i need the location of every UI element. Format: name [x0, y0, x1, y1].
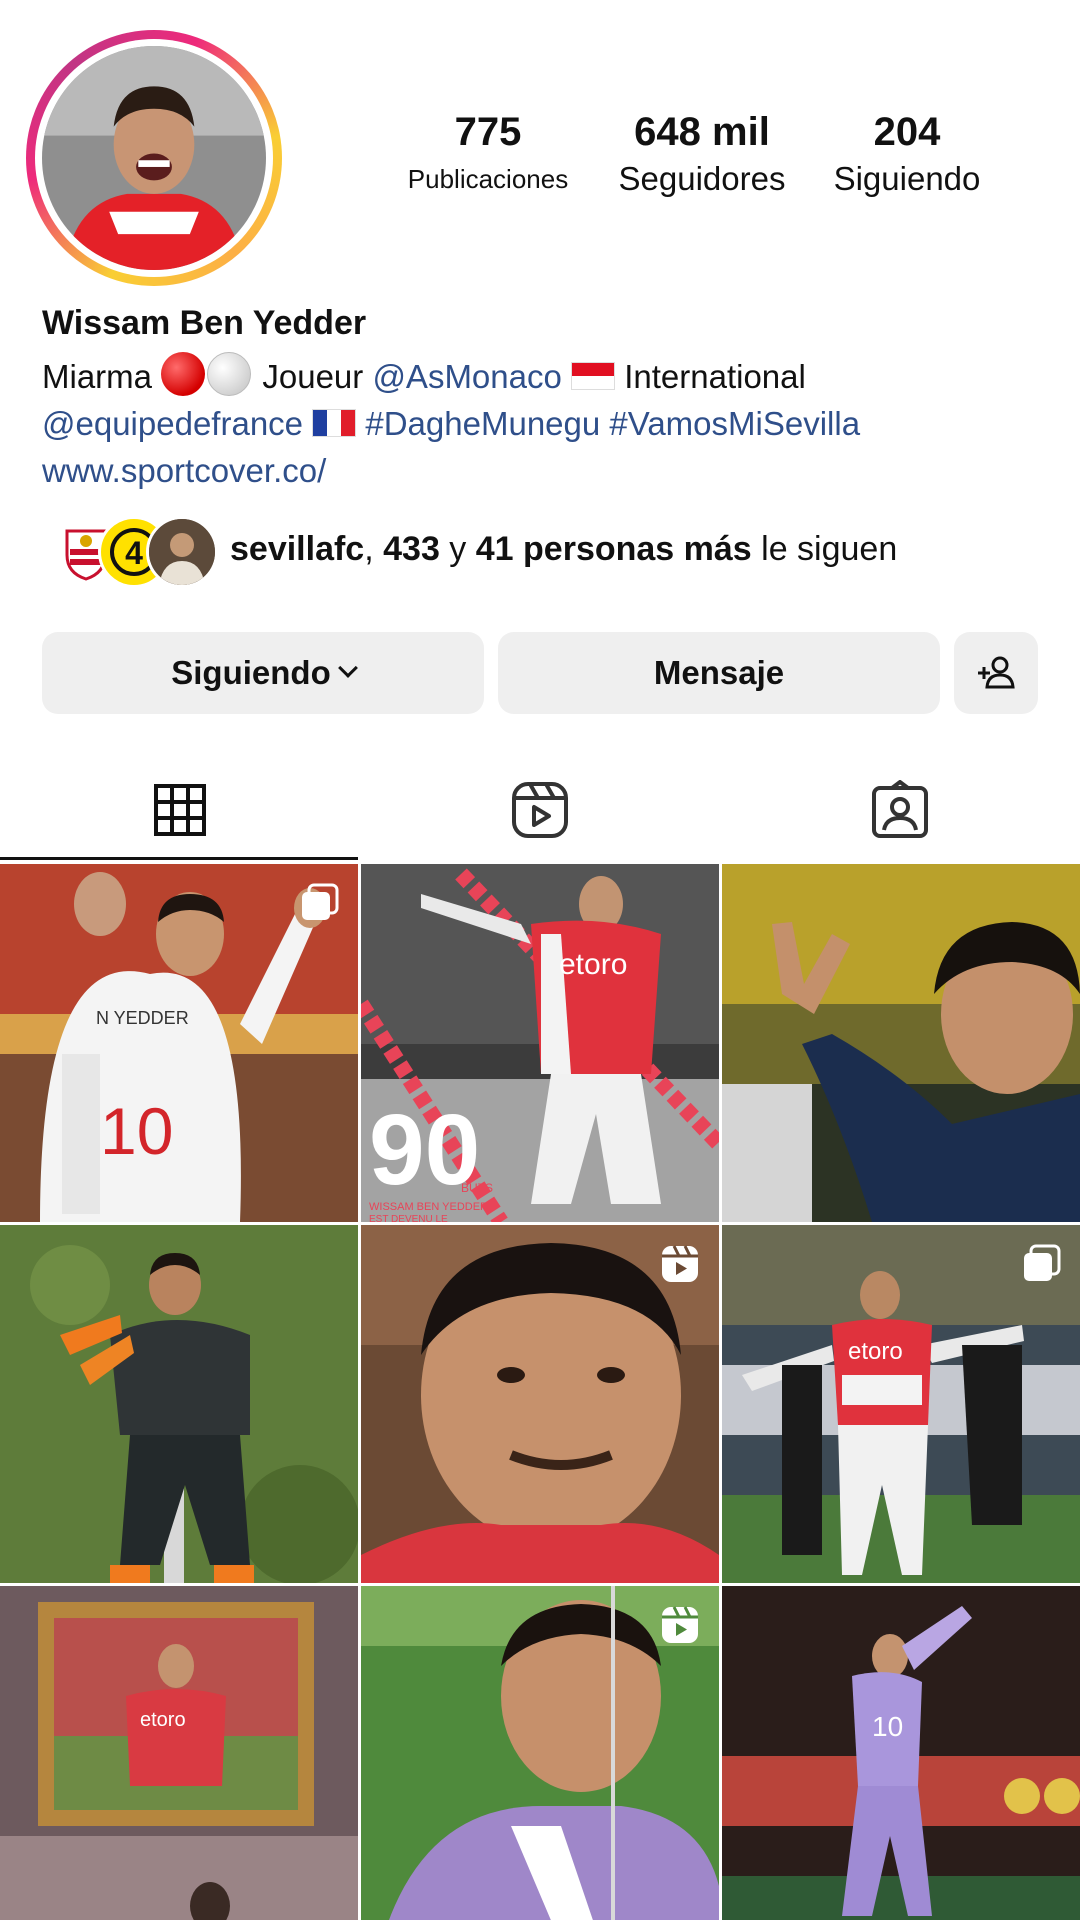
profile-bio: Miarma Joueur @AsMonaco International @e… [42, 352, 1042, 494]
followers-count: 648 mil [634, 110, 770, 154]
followed-by-others[interactable]: 41 personas más [476, 530, 752, 568]
post-footer: WISSAM BEN YEDDER [369, 1201, 488, 1213]
active-tab-indicator [0, 857, 358, 860]
followed-by-suffix: le siguen [751, 530, 898, 568]
grid-icon [154, 784, 206, 836]
post-thumbnail-5[interactable] [361, 1225, 719, 1583]
hashtag-daghemunegu-link[interactable]: #DagheMunegu [365, 405, 600, 442]
carousel-icon [302, 883, 339, 920]
followed-by-text: sevillafc, 433 y 41 personas más le sigu… [230, 530, 897, 569]
shirt-sponsor: etoro [848, 1338, 903, 1365]
shirt-name: N YEDDER [96, 1008, 189, 1028]
stat-followers[interactable]: 648 mil Seguidores [602, 108, 802, 202]
post-thumbnail-4[interactable] [0, 1225, 358, 1583]
bio-text-joueur: Joueur [262, 358, 364, 395]
message-button[interactable]: Mensaje [498, 632, 940, 714]
post-thumbnail-3[interactable] [722, 864, 1080, 1222]
follower-avatar-other [146, 516, 218, 588]
shirt-sponsor: etoro [559, 948, 627, 981]
followers-label: Seguidores [618, 160, 786, 197]
post-image [722, 864, 1080, 1222]
followed-by-sep2: y [439, 530, 476, 568]
website-link[interactable]: www.sportcover.co/ [42, 452, 326, 489]
profile-tabs [0, 760, 1080, 860]
bio-text-international: International [624, 358, 806, 395]
reel-indicator-icon [662, 1245, 698, 1282]
tagged-icon [872, 780, 928, 838]
hashtag-vamosmisevilla-link[interactable]: #VamosMiSevilla [609, 405, 860, 442]
mention-asmonaco-link[interactable]: @AsMonaco [372, 358, 561, 395]
post-image [0, 1225, 358, 1583]
avatar [42, 46, 266, 270]
post-image: etoro [0, 1586, 358, 1920]
bio-text-miarma: Miarma [42, 358, 153, 395]
jersey-number: 10 [872, 1711, 903, 1742]
stat-following[interactable]: 204 Siguiendo [812, 108, 1002, 202]
profile-avatar-story-ring[interactable] [26, 30, 282, 286]
red-circle-emoji-icon [161, 352, 206, 396]
reel-indicator-icon [662, 1606, 698, 1643]
shirt-sponsor: etoro [140, 1709, 186, 1731]
profile-name: Wissam Ben Yedder [42, 304, 367, 342]
avatar-frame [35, 39, 273, 277]
chevron-down-icon [337, 658, 358, 678]
post-thumbnail-1[interactable]: 10 N YEDDER [0, 864, 358, 1222]
bio-line-2: @equipedefrance #DagheMunegu #VamosMiSev… [42, 400, 1042, 447]
following-count: 204 [873, 110, 941, 154]
bio-line-1: Miarma Joueur @AsMonaco International [42, 352, 1042, 400]
posts-count: 775 [454, 110, 522, 154]
reels-icon [512, 782, 568, 838]
posts-label: Publicaciones [407, 164, 569, 194]
tab-tagged[interactable] [720, 760, 1080, 860]
message-button-label: Mensaje [653, 654, 785, 691]
bio-line-3: www.sportcover.co/ [42, 447, 1042, 494]
carousel-icon [1024, 1244, 1061, 1281]
followed-by-count[interactable]: 433 [383, 530, 440, 568]
jersey-number: 10 [100, 1094, 173, 1168]
mention-equipedefrance-link[interactable]: @equipedefrance [42, 405, 303, 442]
posts-grid: 10 N YEDDER etoro 90 BUTS WISSAM BEN YED… [0, 864, 1080, 1920]
tab-posts-grid[interactable] [0, 760, 360, 860]
monaco-flag-icon [571, 362, 616, 390]
post-thumbnail-6[interactable]: etoro [722, 1225, 1080, 1583]
france-flag-icon [312, 409, 357, 437]
post-thumbnail-7[interactable]: etoro [0, 1586, 358, 1920]
tab-reels[interactable] [360, 760, 720, 860]
post-thumbnail-2[interactable]: etoro 90 BUTS WISSAM BEN YEDDER EST DEVE… [361, 864, 719, 1222]
add-person-icon [978, 656, 1015, 689]
following-button[interactable]: Siguiendo [42, 632, 484, 714]
post-thumbnail-8[interactable] [361, 1586, 719, 1920]
followed-by-row[interactable]: 4 sevillafc, 433 y 41 personas más le si… [50, 516, 1050, 588]
profile-stats: 775 Publicaciones 648 mil Seguidores 204… [380, 108, 1000, 208]
post-image: etoro 90 BUTS WISSAM BEN YEDDER EST DEVE… [361, 864, 719, 1222]
person-photo-icon [149, 519, 215, 585]
stat-posts[interactable]: 775 Publicaciones [390, 108, 586, 202]
following-button-label: Siguiendo [171, 654, 331, 691]
suggest-people-button[interactable] [954, 632, 1038, 714]
followed-by-account[interactable]: sevillafc [230, 530, 364, 568]
goals-caption: BUTS [461, 1181, 493, 1195]
white-circle-emoji-icon [207, 352, 252, 396]
433-logo-number: 4 [125, 535, 143, 571]
post-footer-2: EST DEVENU LE [369, 1214, 448, 1222]
post-image: 10 [722, 1586, 1080, 1920]
post-thumbnail-9[interactable]: 10 [722, 1586, 1080, 1920]
followed-by-sep1: , [364, 530, 384, 568]
following-label: Siguiendo [833, 160, 981, 197]
